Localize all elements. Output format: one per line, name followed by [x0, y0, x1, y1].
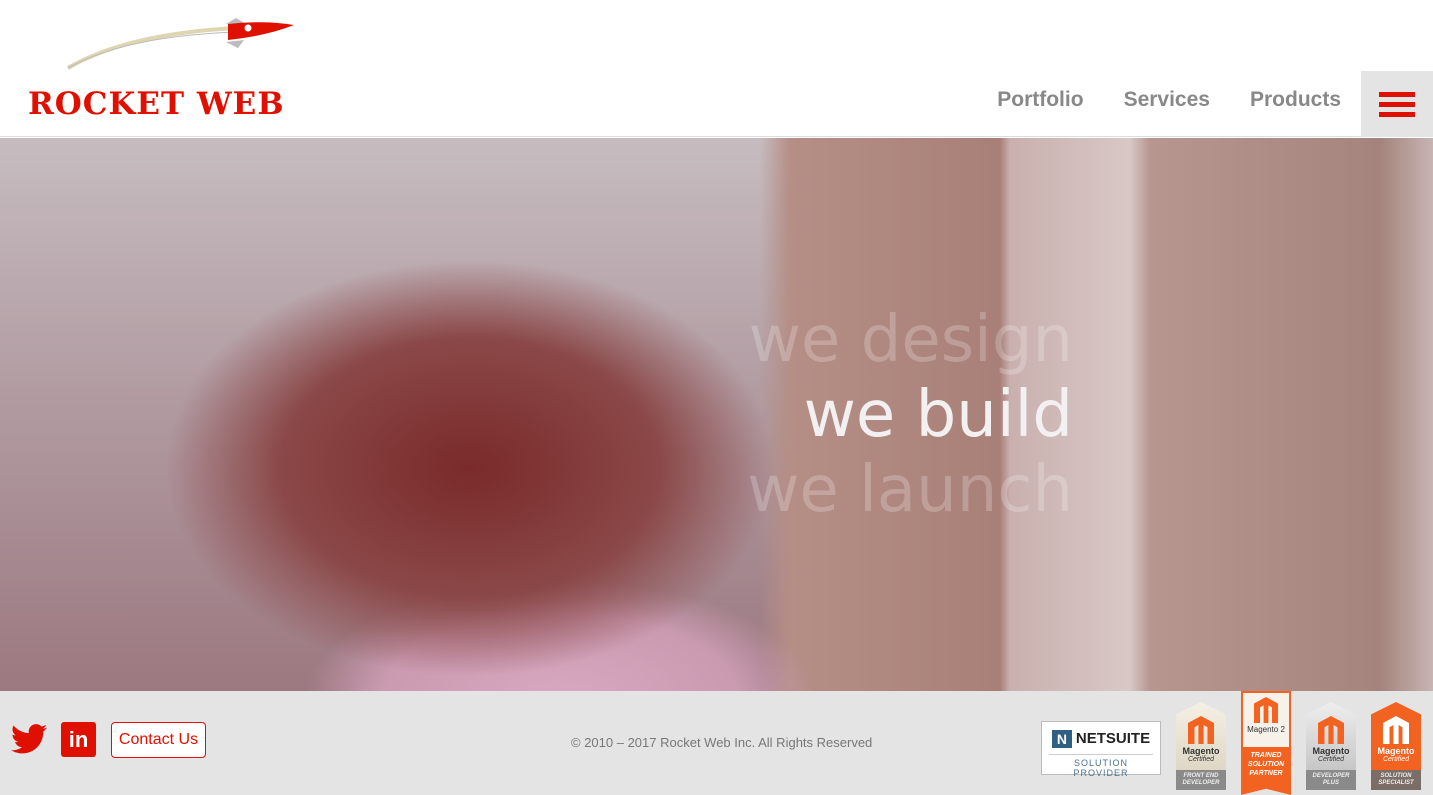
badge-sub: SOLUTION SPECIALIST [1371, 770, 1421, 790]
magento-solution-specialist-badge[interactable]: Magento Certified SOLUTION SPECIALIST [1371, 702, 1421, 790]
main-nav: Portfolio Services Products [997, 88, 1341, 112]
netsuite-name: NETSUITE [1075, 730, 1151, 747]
hamburger-icon [1379, 91, 1415, 97]
netsuite-badge[interactable]: N NETSUITE SOLUTION PROVIDER [1041, 721, 1161, 778]
nav-services[interactable]: Services [1124, 88, 1210, 112]
badge-name: Magento [1377, 746, 1415, 756]
copyright-text: © 2010 – 2017 Rocket Web Inc. All Rights… [571, 735, 873, 750]
linkedin-icon[interactable]: in [61, 722, 96, 757]
netsuite-logo-icon: N [1051, 730, 1072, 749]
badge-cert: Certified [1187, 756, 1215, 763]
hamburger-menu-button[interactable] [1361, 71, 1433, 137]
badge-sub: TRAINED SOLUTION PARTNER [1247, 752, 1285, 777]
magento-developer-plus-badge[interactable]: Magento Certified DEVELOPER PLUS [1306, 702, 1356, 790]
magento-icon [1188, 716, 1214, 744]
tagline-design: we design [748, 303, 1073, 377]
badge-sub: FRONT END DEVELOPER [1176, 770, 1226, 790]
magento2-partner-badge[interactable]: Magento 2 TRAINED SOLUTION PARTNER [1241, 691, 1291, 795]
badge-cert: Certified [1317, 756, 1345, 763]
badge-name: Magento [1182, 746, 1220, 756]
tagline-launch: we launch [747, 453, 1073, 527]
hero-tagline: we design we build we launch [747, 303, 1073, 528]
badge-cert: Certified [1382, 756, 1410, 763]
magento-icon [1318, 716, 1344, 744]
nav-portfolio[interactable]: Portfolio [997, 88, 1083, 112]
magento-icon [1383, 716, 1409, 744]
hero-banner: we design we build we launch [0, 138, 1433, 691]
rocket-icon [66, 18, 294, 70]
magento-icon [1254, 697, 1278, 723]
badge-sub: DEVELOPER PLUS [1306, 770, 1356, 790]
nav-products[interactable]: Products [1250, 88, 1341, 112]
magento-frontend-badge[interactable]: Magento Certified FRONT END DEVELOPER [1176, 702, 1226, 790]
twitter-icon[interactable] [11, 723, 47, 755]
tagline-build: we build [803, 378, 1073, 452]
rocket-web-logo[interactable]: ROCKET WEB [28, 14, 298, 124]
badge-name: Magento [1312, 746, 1350, 756]
badge-name: Magento 2 [1247, 725, 1285, 734]
hamburger-icon-bar [1379, 111, 1415, 117]
logo-text: ROCKET WEB [28, 86, 285, 122]
site-header: ROCKET WEB Portfolio Services Products [0, 0, 1433, 137]
hamburger-icon-bar [1379, 101, 1415, 107]
contact-us-button[interactable]: Contact Us [111, 722, 206, 758]
netsuite-sub: SOLUTION PROVIDER [1049, 754, 1153, 778]
